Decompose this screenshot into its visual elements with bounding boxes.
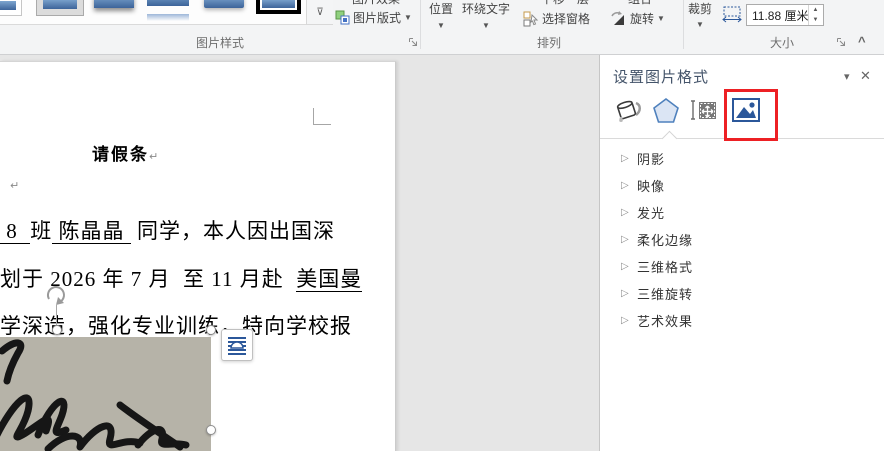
crop-button[interactable]: 裁剪 ▼: [688, 0, 712, 29]
expander-icon: ▷: [621, 234, 637, 245]
margin-corner-mark: [313, 108, 331, 125]
pentagon-effects-icon: [652, 97, 680, 123]
width-value: 11.88 厘米: [752, 9, 808, 23]
section-soft-edges[interactable]: ▷ 柔化边缘: [600, 226, 884, 253]
layout-options-button[interactable]: [221, 329, 253, 361]
send-backward-button[interactable]: 下移一层: [541, 0, 589, 7]
styles-dialog-launcher-icon[interactable]: [408, 37, 418, 47]
picture-style-thumb[interactable]: [94, 0, 134, 14]
pane-options-icon[interactable]: ▾: [844, 70, 850, 83]
collapse-ribbon-button[interactable]: ^: [858, 34, 866, 49]
gallery-more-button[interactable]: ⊽: [306, 0, 333, 25]
rotation-handle-icon[interactable]: [44, 283, 68, 307]
paragraph-mark: ↵: [10, 179, 19, 192]
width-spinner[interactable]: ▲ ▼: [808, 5, 822, 25]
group-button[interactable]: 组合: [628, 0, 652, 7]
picture-style-thumb[interactable]: [204, 0, 244, 14]
picture-style-thumb[interactable]: [147, 0, 189, 14]
picture-layout-button[interactable]: 图片版式 ▼: [335, 9, 412, 26]
width-field[interactable]: 11.88 厘米 ▲ ▼: [746, 4, 824, 26]
rotation-handle-stem: [56, 305, 57, 327]
signature-image[interactable]: [0, 337, 211, 451]
pane-tab-bar: [600, 93, 884, 127]
pane-close-icon[interactable]: ✕: [860, 68, 871, 84]
section-glow[interactable]: ▷ 发光: [600, 199, 884, 226]
picture-style-thumb[interactable]: [0, 0, 22, 16]
expander-icon: ▷: [621, 207, 637, 218]
size-dialog-launcher-icon[interactable]: [836, 37, 846, 47]
picture-effects-button[interactable]: 图片效果: [352, 0, 400, 7]
tab-effects-selected[interactable]: [650, 95, 682, 125]
doc-line: 学深造，强化专业训练，特向学校报: [0, 310, 352, 340]
resize-handle-right[interactable]: [206, 425, 216, 435]
width-icon: [722, 6, 742, 23]
size-group-label: 大小: [770, 34, 794, 51]
resize-handle-top-right[interactable]: [206, 325, 216, 335]
section-shadow[interactable]: ▷ 阴影: [600, 145, 884, 172]
selection-pane-button[interactable]: 选择窗格: [523, 10, 590, 27]
picture-layout-icon: [335, 10, 350, 25]
tab-layout-properties[interactable]: [688, 95, 720, 125]
section-reflection[interactable]: ▷ 映像: [600, 172, 884, 199]
section-3d-rotation[interactable]: ▷ 三维旋转: [600, 280, 884, 307]
expander-icon: ▷: [621, 153, 637, 164]
picture-style-thumb[interactable]: [36, 0, 84, 16]
layout-properties-icon: [690, 97, 718, 123]
picture-styles-group-label: 图片样式: [196, 34, 244, 51]
document-area: 请假条↵ ↵ 8 班 陈晶晶 同学，本人因出国深 划于 2026 年 7 月 至…: [0, 55, 599, 451]
format-picture-pane: 设置图片格式 ▾ ✕: [599, 55, 884, 451]
effects-section-list: ▷ 阴影 ▷ 映像 ▷ 发光 ▷ 柔化边缘 ▷ 三维格式 ▷ 三维旋转 ▷ 艺术…: [600, 145, 884, 334]
arrange-group-label: 排列: [537, 34, 561, 51]
selection-pane-icon: [523, 11, 539, 27]
doc-title: 请假条↵: [92, 140, 158, 165]
rotate-icon: [610, 11, 627, 27]
layout-options-icon: [227, 335, 247, 355]
pane-title: 设置图片格式: [613, 66, 709, 87]
wrap-text-button[interactable]: 环绕文字 ▼: [462, 0, 510, 30]
expander-icon: ▷: [621, 180, 637, 191]
selected-tab-caret: [662, 131, 678, 147]
picture-style-thumb-selected[interactable]: [256, 0, 301, 14]
section-artistic-effects[interactable]: ▷ 艺术效果: [600, 307, 884, 334]
signature-strokes: [0, 337, 211, 451]
expander-icon: ▷: [621, 288, 637, 299]
paint-bucket-icon: [614, 97, 642, 123]
section-3d-format[interactable]: ▷ 三维格式: [600, 253, 884, 280]
tab-fill-line[interactable]: [612, 95, 644, 125]
doc-line: 8 班 陈晶晶 同学，本人因出国深: [0, 215, 335, 245]
rotate-button[interactable]: 旋转 ▼: [610, 10, 665, 27]
red-annotation-box: [724, 89, 778, 141]
resize-handle-top[interactable]: [52, 325, 62, 335]
ribbon: ⊽ 图片效果 图片版式 ▼ 图片样式 位置 ▼ 环绕文字 ▼: [0, 0, 884, 55]
expander-icon: ▷: [621, 261, 637, 272]
paragraph-mark: ↵: [149, 150, 158, 163]
expander-icon: ▷: [621, 315, 637, 326]
position-button[interactable]: 位置 ▼: [429, 0, 453, 30]
